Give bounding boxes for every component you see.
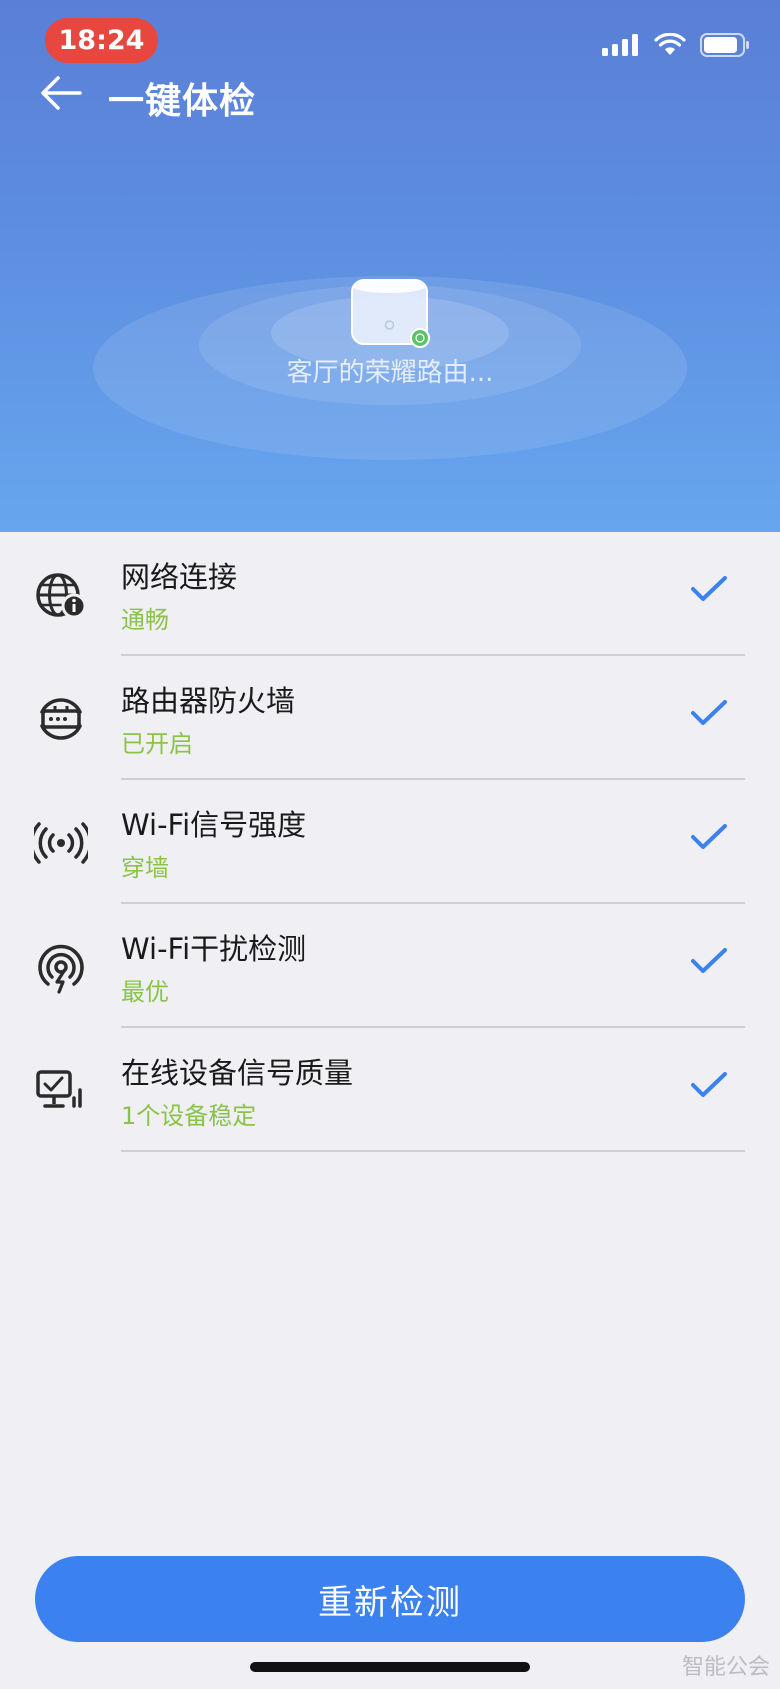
check-status: 1个设备稳定 (121, 1102, 257, 1130)
header: 18:24 一键体检 客厅的荣耀路由... (0, 0, 780, 532)
monitor-device-icon (36, 1070, 82, 1108)
home-indicator[interactable] (250, 1662, 530, 1672)
divider (121, 1150, 745, 1152)
check-title: 在线设备信号质量 (121, 1056, 354, 1090)
back-arrow-icon[interactable] (36, 68, 86, 118)
battery-icon (700, 33, 749, 57)
checkmark-icon (691, 700, 727, 725)
router-name[interactable]: 客厅的荣耀路由... (0, 352, 780, 389)
check-status: 已开启 (121, 730, 193, 758)
check-title: Wi-Fi干扰检测 (121, 932, 307, 966)
checkmark-icon (691, 948, 727, 973)
wifi-interference-icon (38, 944, 84, 994)
check-row-signal-strength[interactable]: Wi-Fi信号强度 穿墙 (0, 780, 780, 904)
signal-waves-icon (34, 822, 88, 864)
wifi-icon (654, 33, 686, 55)
check-row-network[interactable]: 网络连接 通畅 (0, 532, 780, 656)
watermark: 智能公会 (681, 1655, 770, 1680)
check-status: 通畅 (121, 606, 169, 634)
cellular-signal-icon (602, 34, 638, 56)
checkmark-icon (691, 1072, 727, 1097)
recheck-button[interactable]: 重新检测 (35, 1556, 745, 1642)
check-title: 路由器防火墙 (121, 684, 296, 718)
check-list: 网络连接 通畅 路由器防火墙 已开启 Wi-Fi信号强度 穿墙 Wi-Fi干扰检… (0, 532, 780, 1152)
globe-info-icon (36, 573, 87, 619)
router-firewall-icon (40, 698, 82, 740)
check-row-interference[interactable]: Wi-Fi干扰检测 最优 (0, 904, 780, 1028)
check-row-device-quality[interactable]: 在线设备信号质量 1个设备稳定 (0, 1028, 780, 1152)
check-status: 穿墙 (121, 854, 169, 882)
router-icon (351, 279, 430, 348)
check-row-firewall[interactable]: 路由器防火墙 已开启 (0, 656, 780, 780)
checkmark-icon (691, 824, 727, 849)
page-title: 一键体检 (108, 81, 257, 122)
checkmark-icon (691, 576, 727, 601)
nav-bar: 一键体检 (0, 68, 780, 138)
check-title: 网络连接 (121, 560, 238, 594)
check-title: Wi-Fi信号强度 (121, 808, 307, 842)
status-time: 18:24 (45, 18, 158, 63)
check-status: 最优 (121, 978, 169, 1006)
